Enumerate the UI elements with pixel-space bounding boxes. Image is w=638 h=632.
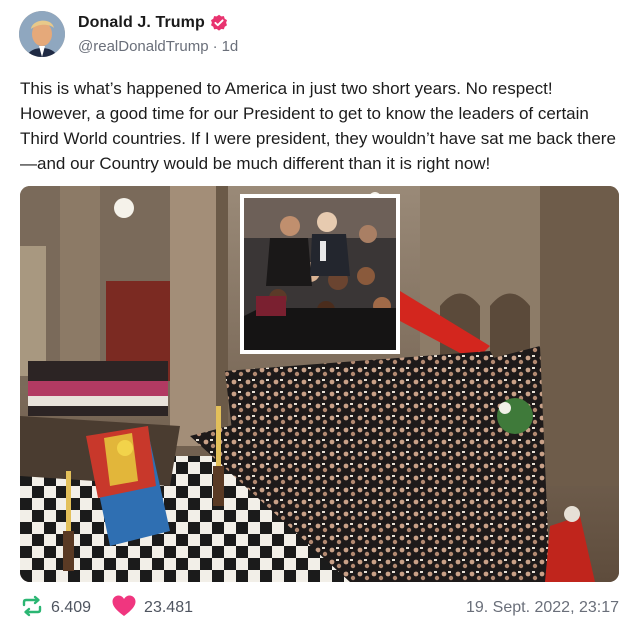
author-identity: Donald J. Trump @realDonaldTrump · 1d [78, 11, 238, 57]
like-count: 23.481 [144, 599, 193, 616]
post-header: Donald J. Trump @realDonaldTrump · 1d [19, 10, 238, 58]
post-timestamp[interactable]: 19. Sept. 2022, 23:17 [466, 599, 619, 617]
repost-icon [20, 594, 44, 623]
post-card: Donald J. Trump @realDonaldTrump · 1d Th… [0, 0, 638, 632]
author-handle[interactable]: @realDonaldTrump [78, 38, 209, 55]
repost-button[interactable]: 6.409 [20, 594, 91, 623]
post-age[interactable]: 1d [222, 38, 239, 55]
repost-count: 6.409 [51, 599, 92, 616]
main-image [20, 186, 619, 582]
heart-icon [111, 594, 137, 623]
inset-image [240, 194, 400, 354]
author-display-name[interactable]: Donald J. Trump [78, 14, 205, 32]
post-media[interactable] [20, 186, 619, 582]
avatar[interactable] [19, 11, 65, 57]
meta-separator: · [212, 37, 218, 55]
post-footer: 6.409 23.481 19. Sept. 2022, 23:17 [20, 594, 619, 622]
like-button[interactable]: 23.481 [111, 594, 193, 623]
verified-badge-icon [210, 14, 228, 32]
post-text: This is what’s happened to America in ju… [20, 79, 616, 173]
